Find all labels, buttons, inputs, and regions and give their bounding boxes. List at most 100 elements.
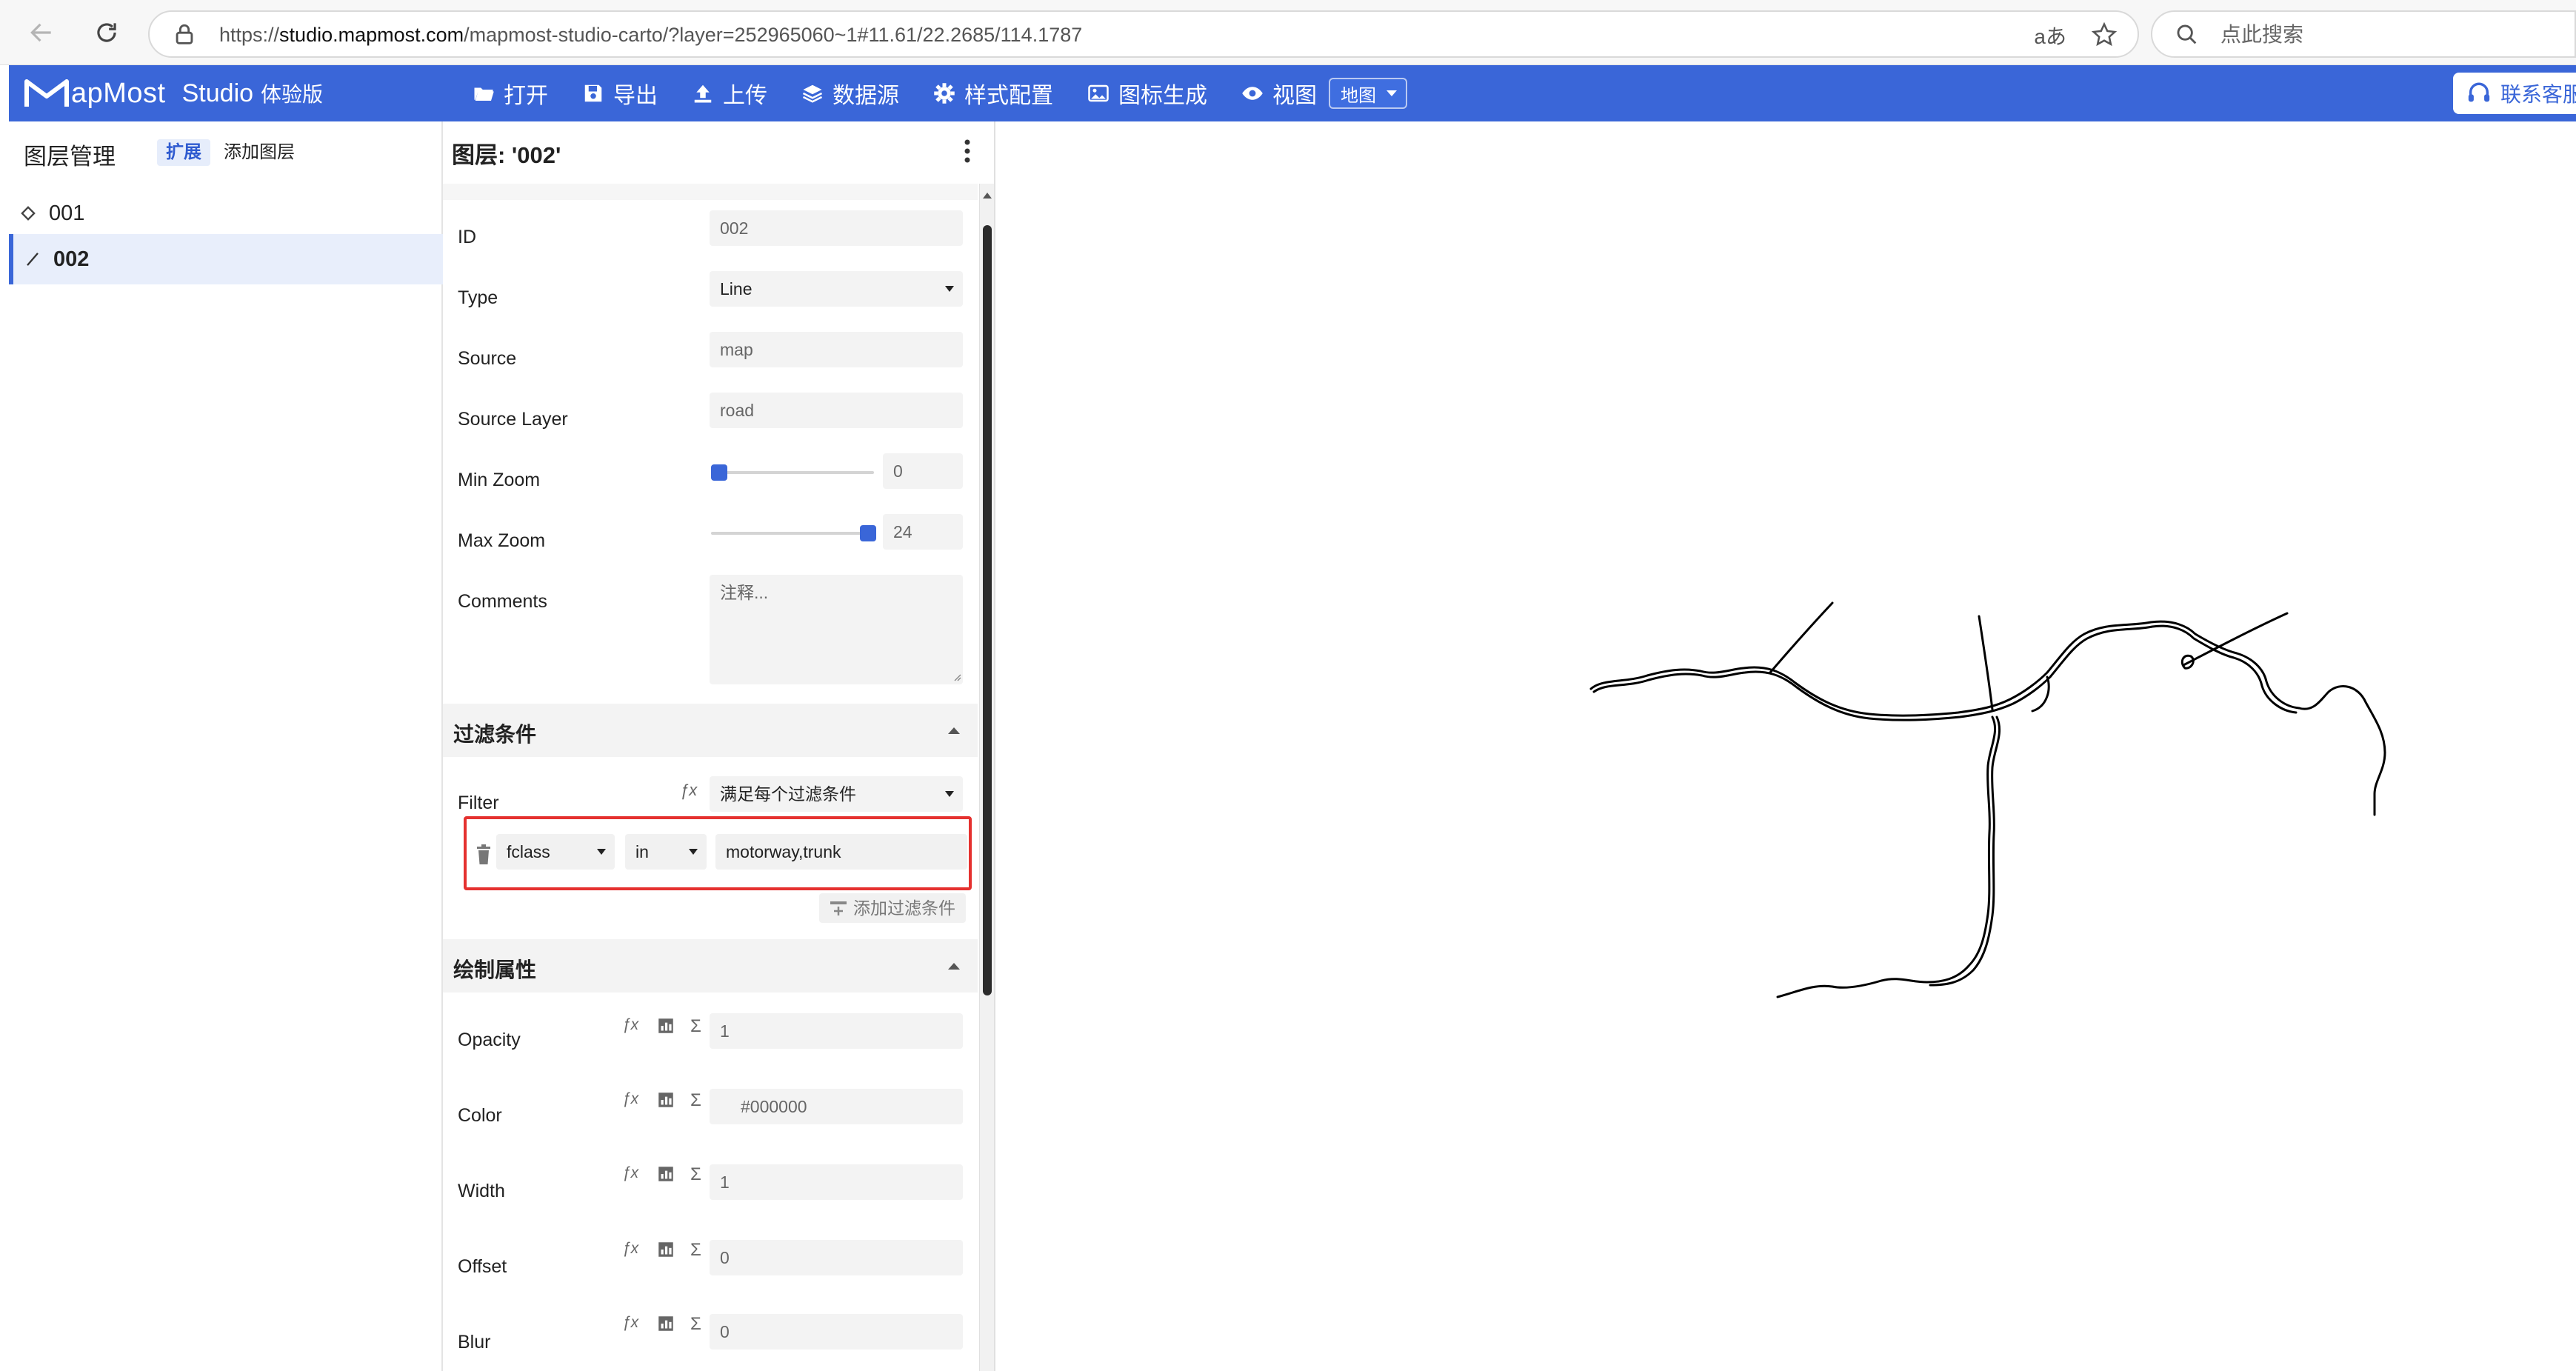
- save-icon: [584, 84, 602, 102]
- filter-section-header[interactable]: 过滤条件: [443, 704, 978, 757]
- filter-mode-select[interactable]: 满足每个过滤条件: [710, 776, 963, 812]
- max-zoom-input[interactable]: 24: [883, 514, 963, 550]
- menu-export-label: 导出: [613, 84, 658, 108]
- resize-grip-icon[interactable]: [952, 673, 961, 681]
- star-icon[interactable]: [2090, 21, 2118, 49]
- menu-icon-generate[interactable]: 图标生成: [1087, 77, 1207, 110]
- source-layer-input[interactable]: road: [710, 393, 963, 428]
- menu-style-config[interactable]: 样式配置: [933, 77, 1053, 110]
- max-zoom-handle[interactable]: [860, 525, 876, 541]
- layer-panel-title: 图层管理: [24, 144, 116, 170]
- back-button[interactable]: [22, 13, 61, 52]
- properties-scrollbar[interactable]: [979, 184, 994, 1371]
- min-zoom-handle[interactable]: [711, 464, 727, 481]
- layer-item-002[interactable]: 002: [9, 234, 443, 284]
- more-options-icon[interactable]: [963, 136, 972, 166]
- scrollbar-thumb[interactable]: [983, 225, 992, 995]
- menu-open[interactable]: 打开: [473, 77, 548, 110]
- source-input[interactable]: map: [710, 332, 963, 367]
- scroll-up-arrow-icon[interactable]: [983, 193, 992, 199]
- chevron-up-icon: [948, 727, 960, 734]
- id-label: ID: [458, 227, 476, 247]
- gear-icon: [934, 83, 955, 104]
- function-icon[interactable]: ƒx: [622, 1314, 641, 1333]
- properties-body: ID 002 Type Line Source map Source Layer…: [443, 184, 978, 1371]
- mapmost-logo-icon: [24, 79, 69, 107]
- road-segment: [1776, 715, 1997, 998]
- color-input[interactable]: #000000: [710, 1089, 963, 1124]
- map-canvas[interactable]: [994, 121, 2576, 1371]
- comments-textarea[interactable]: 注释...: [710, 575, 963, 684]
- app-logo[interactable]: apMost Studio 体验版: [24, 74, 323, 113]
- bar-chart-icon[interactable]: [656, 1090, 675, 1110]
- bar-chart-icon[interactable]: [656, 1314, 675, 1333]
- menu-open-label: 打开: [504, 84, 548, 108]
- function-icon[interactable]: ƒx: [622, 1164, 641, 1184]
- function-icon[interactable]: ƒx: [680, 781, 697, 800]
- filter-mode-value: 满足每个过滤条件: [720, 784, 856, 804]
- bar-chart-icon[interactable]: [656, 1164, 675, 1184]
- min-zoom-input[interactable]: 0: [883, 453, 963, 489]
- sigma-icon[interactable]: Σ: [690, 1164, 710, 1184]
- id-input[interactable]: 002: [710, 210, 963, 246]
- filter-value-input[interactable]: motorway,trunk: [715, 834, 967, 870]
- add-layer-button[interactable]: 添加图层: [224, 139, 295, 166]
- reload-button[interactable]: [87, 13, 126, 52]
- function-icon[interactable]: ƒx: [622, 1090, 641, 1110]
- translate-icon[interactable]: aあ: [2034, 21, 2066, 50]
- url-text[interactable]: https://studio.mapmost.com/mapmost-studi…: [219, 22, 1082, 47]
- menu-datasource-label: 数据源: [832, 84, 899, 108]
- filter-field-value: fclass: [507, 842, 550, 861]
- paint-section-header[interactable]: 绘制属性: [443, 939, 978, 993]
- sigma-icon[interactable]: Σ: [690, 1314, 710, 1334]
- menu-icon-generate-label: 图标生成: [1118, 84, 1207, 108]
- max-zoom-slider[interactable]: [711, 532, 874, 535]
- function-icon[interactable]: ƒx: [622, 1016, 641, 1035]
- sigma-icon[interactable]: Σ: [690, 1016, 710, 1036]
- menu-upload[interactable]: 上传: [692, 77, 767, 110]
- menu-datasource[interactable]: 数据源: [801, 77, 899, 110]
- layer-item-001[interactable]: 001: [9, 188, 443, 238]
- offset-input[interactable]: 0: [710, 1240, 963, 1275]
- filter-section-title: 过滤条件: [453, 723, 537, 746]
- chevron-down-icon: [597, 849, 606, 855]
- headset-icon: [2468, 82, 2490, 102]
- app-header: apMost Studio 体验版 打开 导出 上传 数据源 样式配置 图标生成: [9, 65, 2576, 121]
- reload-icon: [97, 23, 116, 42]
- blur-input[interactable]: 0: [710, 1314, 963, 1350]
- road-segment: [1769, 601, 1834, 674]
- add-filter-button[interactable]: 添加过滤条件: [819, 893, 966, 923]
- filter-operator-select[interactable]: in: [625, 834, 707, 870]
- min-zoom-slider[interactable]: [711, 471, 874, 474]
- sigma-icon[interactable]: Σ: [690, 1240, 710, 1260]
- chevron-down-icon: [945, 286, 954, 292]
- main-menu: 打开 导出 上传 数据源 样式配置 图标生成 视图 地图: [473, 65, 1407, 121]
- browser-search[interactable]: 点此搜索: [2151, 10, 2576, 58]
- filter-field-select[interactable]: fclass: [496, 834, 615, 870]
- layer-item-label: 001: [49, 201, 85, 225]
- type-label: Type: [458, 287, 498, 308]
- bar-chart-icon[interactable]: [656, 1016, 675, 1035]
- offset-label: Offset: [458, 1256, 507, 1277]
- menu-export[interactable]: 导出: [582, 77, 658, 110]
- source-layer-label: Source Layer: [458, 409, 568, 430]
- bar-chart-icon[interactable]: [656, 1240, 675, 1259]
- contact-support-button[interactable]: 联系客服: [2453, 73, 2576, 114]
- blur-label: Blur: [458, 1332, 491, 1352]
- min-zoom-label: Min Zoom: [458, 470, 541, 490]
- width-label: Width: [458, 1181, 505, 1201]
- menu-view[interactable]: 视图: [1241, 77, 1317, 110]
- trash-icon[interactable]: [476, 844, 492, 865]
- tab-extend[interactable]: 扩展: [157, 139, 210, 166]
- type-select-value: Line: [720, 279, 753, 298]
- opacity-input[interactable]: 1: [710, 1013, 963, 1049]
- layer-item-label: 002: [53, 247, 90, 271]
- sigma-icon[interactable]: Σ: [690, 1090, 710, 1110]
- width-input[interactable]: 1: [710, 1164, 963, 1200]
- map-road-lines[interactable]: [995, 121, 2576, 1371]
- type-select[interactable]: Line: [710, 271, 963, 307]
- view-mode-select[interactable]: 地图: [1329, 78, 1407, 109]
- menu-upload-label: 上传: [723, 84, 767, 108]
- function-icon[interactable]: ƒx: [622, 1240, 641, 1259]
- address-bar[interactable]: https://studio.mapmost.com/mapmost-studi…: [148, 10, 2139, 58]
